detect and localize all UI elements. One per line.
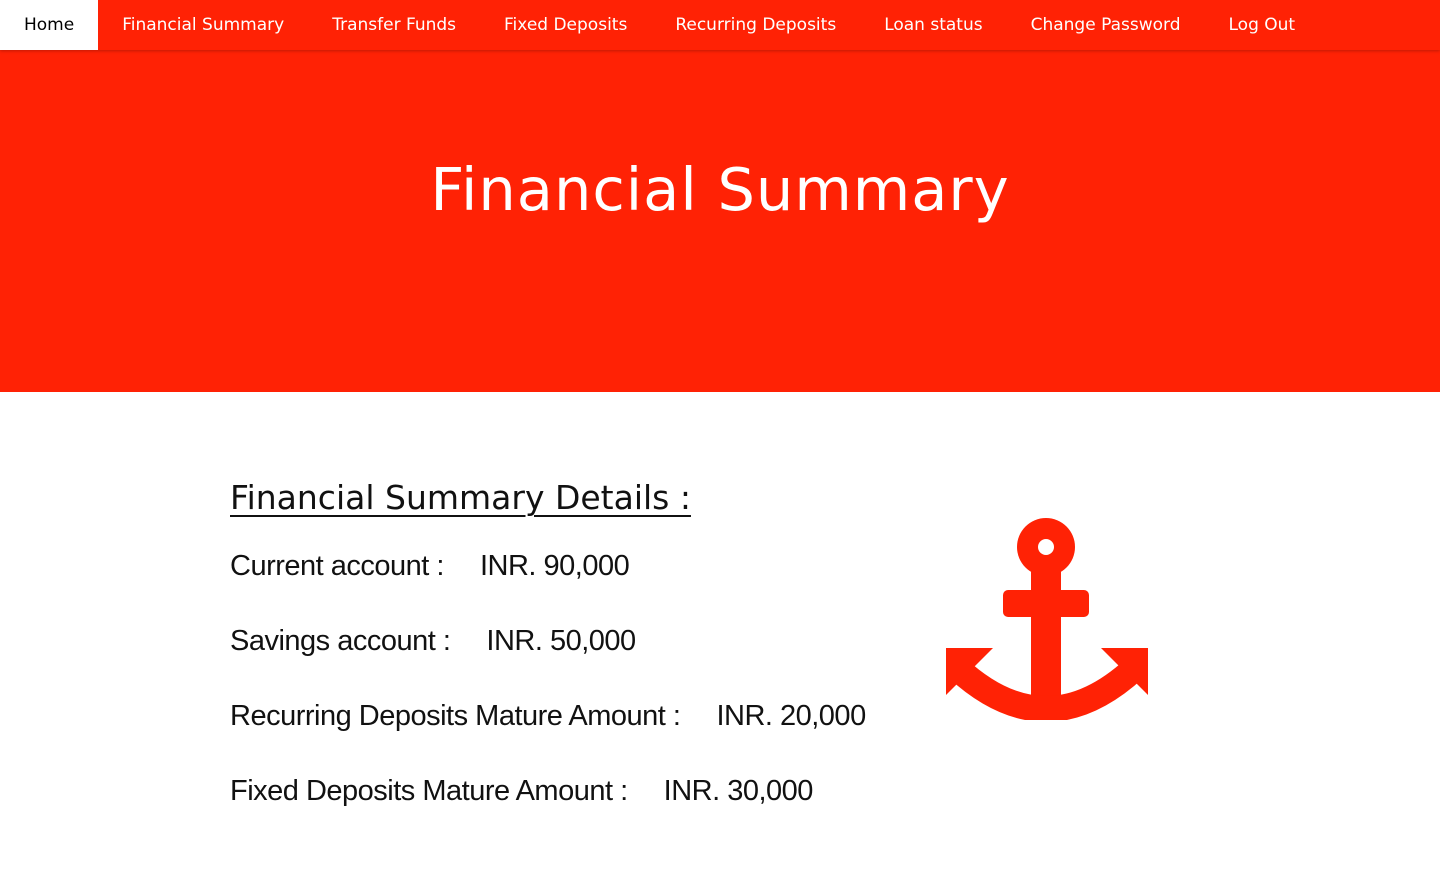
recurring-deposits-row: Recurring Deposits Mature Amount : INR. 2… [230,694,870,739]
financial-details-section: Financial Summary Details : Current acco… [230,472,870,844]
nav-change-password[interactable]: Change Password [1007,0,1205,50]
recurring-deposits-label: Recurring Deposits Mature Amount : [230,700,681,732]
nav-financial-summary[interactable]: Financial Summary [98,0,308,50]
fixed-deposits-value: INR. 30,000 [663,775,814,807]
fixed-deposits-row: Fixed Deposits Mature Amount : INR. 30,00… [230,769,870,814]
anchor-icon [945,518,1149,722]
nav-recurring-deposits[interactable]: Recurring Deposits [651,0,860,50]
nav-fixed-deposits[interactable]: Fixed Deposits [480,0,651,50]
top-navbar: Home Financial Summary Transfer Funds Fi… [0,0,1440,50]
savings-account-row: Savings account : INR. 50,000 [230,619,870,664]
page-title: Financial Summary [430,155,1010,224]
nav-loan-status[interactable]: Loan status [860,0,1006,50]
details-heading: Financial Summary Details : [230,478,691,517]
nav-transfer-funds[interactable]: Transfer Funds [308,0,480,50]
hero-banner: Financial Summary [0,50,1440,392]
fixed-deposits-label: Fixed Deposits Mature Amount : [230,775,628,807]
nav-home[interactable]: Home [0,0,99,50]
current-account-row: Current account : INR. 90,000 [230,544,870,589]
savings-account-label: Savings account : [230,625,451,657]
recurring-deposits-value: INR. 20,000 [716,700,866,732]
nav-log-out[interactable]: Log Out [1205,0,1320,50]
savings-account-value: INR. 50,000 [486,625,636,657]
current-account-value: INR. 90,000 [479,550,630,582]
current-account-label: Current account : [230,550,444,582]
